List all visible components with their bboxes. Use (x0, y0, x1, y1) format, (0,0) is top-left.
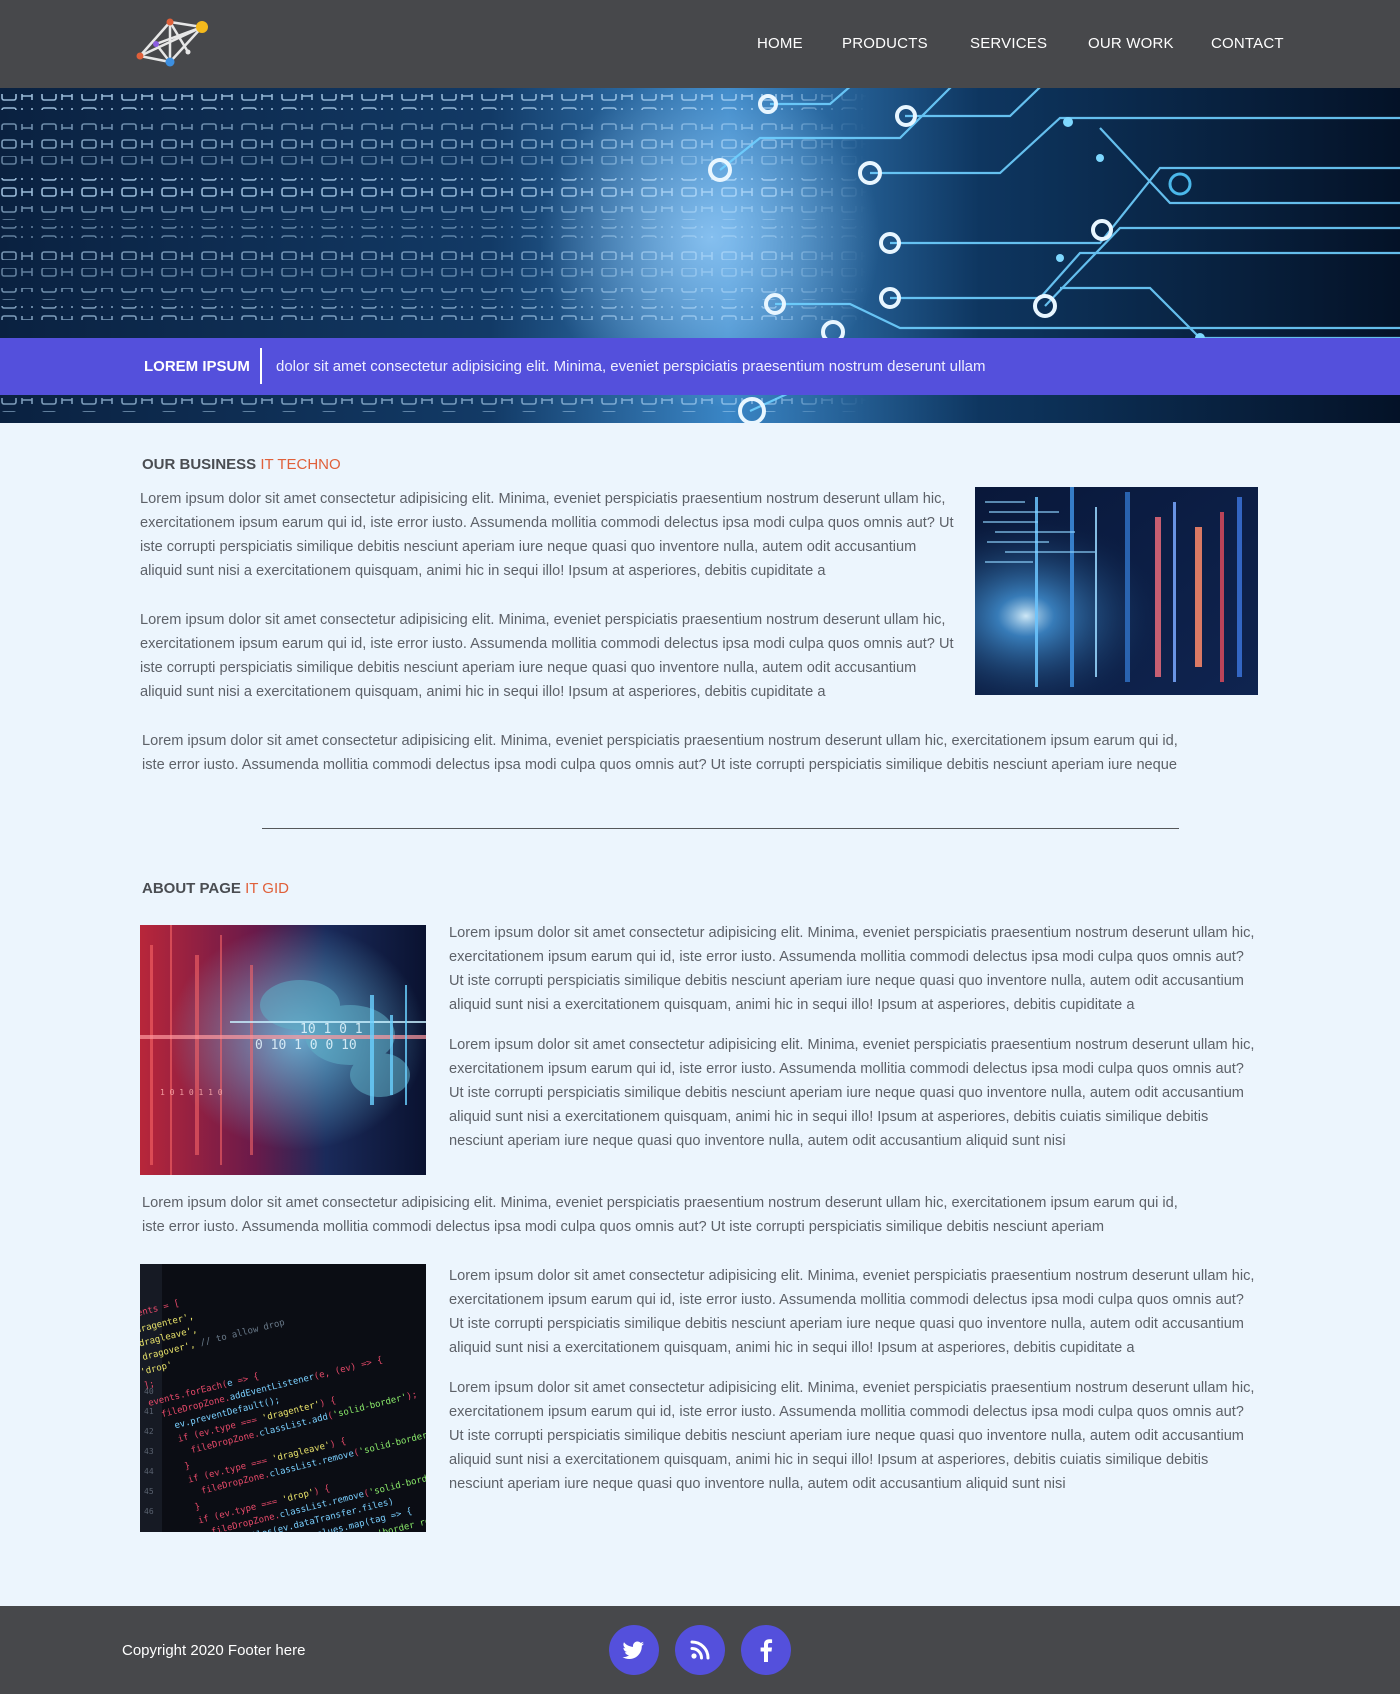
about-middle-paragraph: Lorem ipsum dolor sit amet consectetur a… (142, 1195, 1178, 1235)
copyright-text: Copyright 2020 Footer here (122, 1642, 306, 1659)
site-header: HOME PRODUCTS SERVICES OUR WORK CONTACT (0, 0, 1400, 88)
main-nav: HOME PRODUCTS SERVICES OUR WORK CONTACT (0, 0, 1400, 88)
svg-text:46: 46 (144, 1507, 154, 1516)
site-footer: Copyright 2020 Footer here (0, 1606, 1400, 1694)
business-paragraph-1: Lorem ipsum dolor sit amet consectetur a… (140, 491, 954, 579)
about-heading-text: ABOUT PAGE (142, 880, 241, 897)
about-paragraph-1: Lorem ipsum dolor sit amet consectetur a… (449, 925, 1255, 1013)
svg-text:1 0 1 0 1 1 0: 1 0 1 0 1 1 0 (160, 1088, 223, 1097)
facebook-icon (760, 1639, 773, 1662)
data-visualization-image (975, 487, 1258, 695)
business-heading: OUR BUSINESS IT TECHNO (142, 456, 341, 473)
nav-home[interactable]: HOME (757, 35, 803, 52)
rss-icon (690, 1640, 710, 1660)
svg-text:0 10 1 0 0 10: 0 10 1 0 0 10 (255, 1038, 357, 1053)
business-heading-accent: IT TECHNO (260, 456, 341, 473)
about-paragraph-2: Lorem ipsum dolor sit amet consectetur a… (449, 1037, 1255, 1149)
nav-products[interactable]: PRODUCTS (842, 35, 928, 52)
digital-map-image: 0 10 1 0 0 10 10 1 0 1 1 0 1 0 1 1 0 (140, 925, 426, 1175)
svg-text:44: 44 (144, 1467, 154, 1476)
about-paragraph-4: Lorem ipsum dolor sit amet consectetur a… (449, 1380, 1255, 1492)
svg-text:45: 45 (144, 1487, 154, 1496)
twitter-icon (622, 1641, 644, 1659)
business-paragraph-3: Lorem ipsum dolor sit amet consectetur a… (142, 733, 1178, 773)
code-screen-image: events = [ 'dragenter', 'dragleave', 'dr… (140, 1264, 426, 1532)
rss-button[interactable] (675, 1625, 725, 1675)
section-divider (262, 828, 1179, 829)
nav-services[interactable]: SERVICES (970, 35, 1047, 52)
about-heading: ABOUT PAGE IT GID (142, 880, 289, 897)
banner-divider (260, 348, 262, 384)
twitter-button[interactable] (609, 1625, 659, 1675)
banner-title: LOREM IPSUM (144, 358, 250, 375)
svg-text:42: 42 (144, 1427, 154, 1436)
svg-text:41: 41 (144, 1407, 154, 1416)
svg-text:40: 40 (144, 1387, 154, 1396)
about-heading-accent: IT GID (245, 880, 289, 897)
nav-contact[interactable]: CONTACT (1211, 35, 1284, 52)
svg-text:10 1 0 1: 10 1 0 1 (300, 1022, 363, 1037)
announcement-banner: LOREM IPSUM dolor sit amet consectetur a… (0, 338, 1400, 395)
nav-our-work[interactable]: OUR WORK (1088, 35, 1174, 52)
business-heading-text: OUR BUSINESS (142, 456, 257, 473)
facebook-button[interactable] (741, 1625, 791, 1675)
svg-text:43: 43 (144, 1447, 154, 1456)
about-paragraph-3: Lorem ipsum dolor sit amet consectetur a… (449, 1268, 1255, 1356)
business-paragraph-2: Lorem ipsum dolor sit amet consectetur a… (140, 612, 954, 700)
banner-text: dolor sit amet consectetur adipisicing e… (276, 358, 986, 375)
